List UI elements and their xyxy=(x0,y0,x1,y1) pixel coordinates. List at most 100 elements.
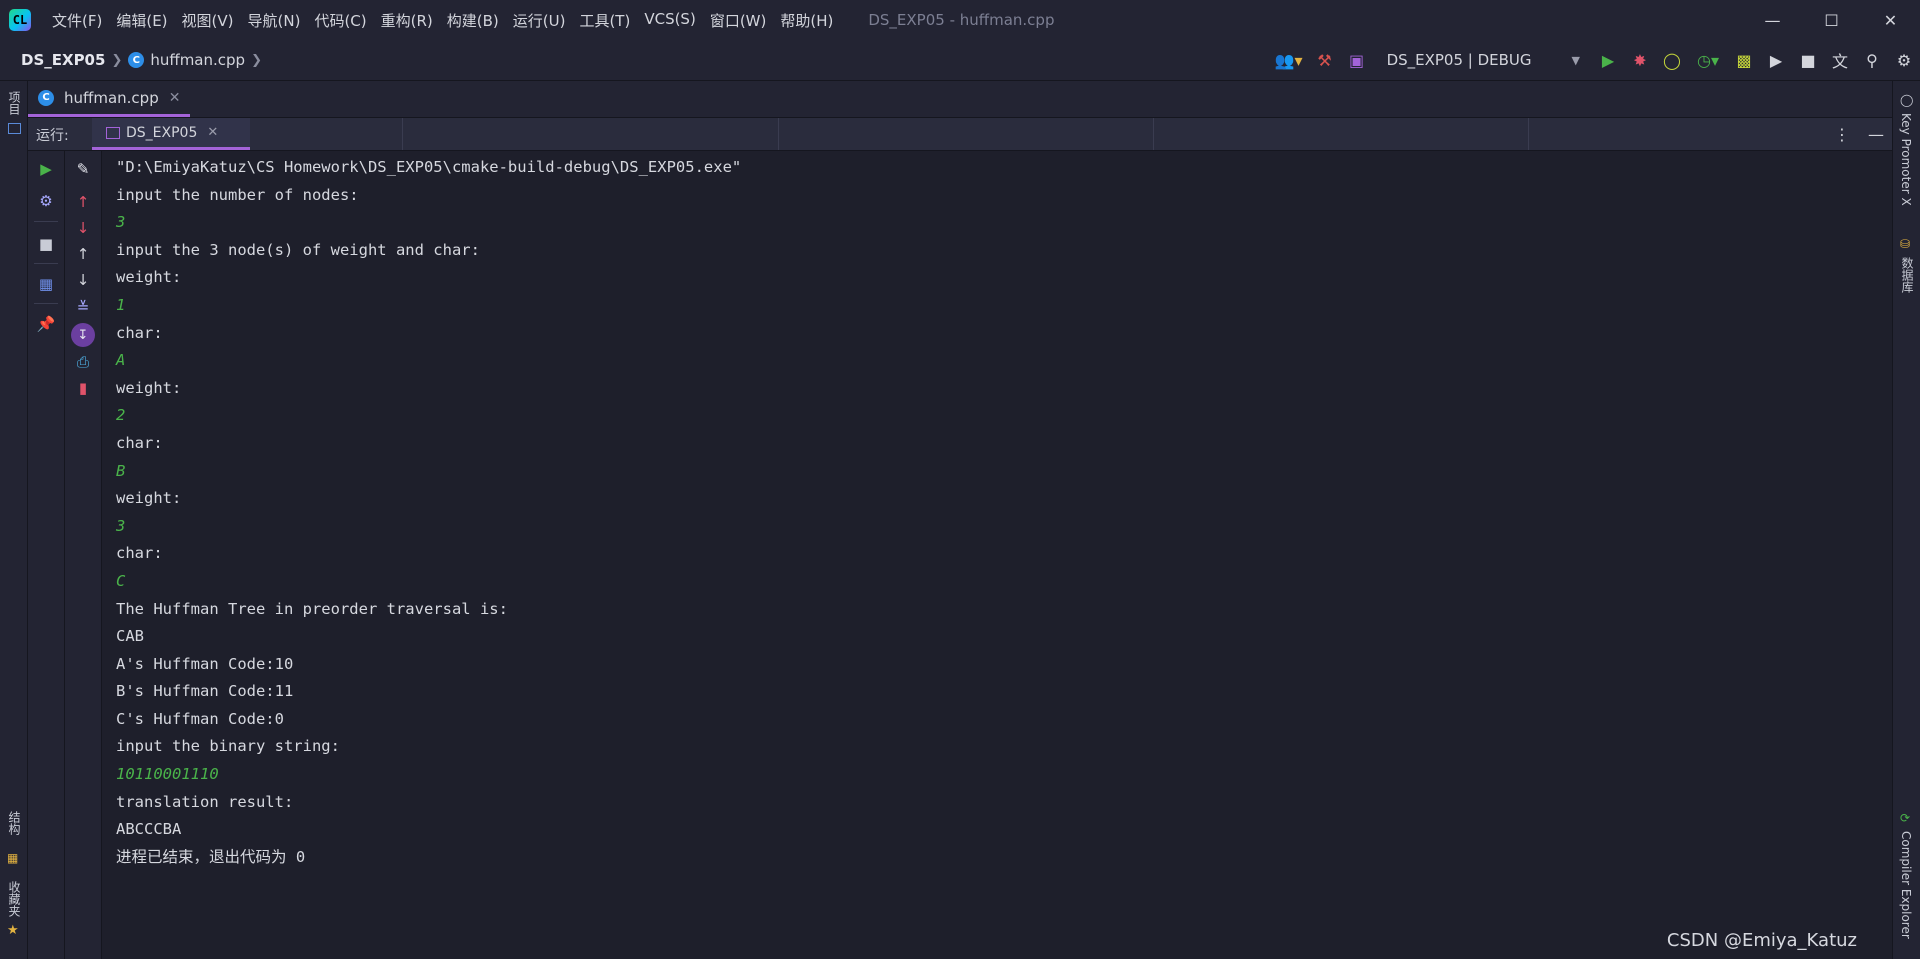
stop-icon[interactable]: ■ xyxy=(28,231,64,257)
chevron-right-icon: ❯ xyxy=(251,52,262,68)
clion-logo-icon: CL xyxy=(9,9,31,31)
hammer-build-icon[interactable]: ⚒ xyxy=(1309,40,1341,80)
breadcrumb-project[interactable]: DS_EXP05 xyxy=(21,51,105,69)
panel-divider xyxy=(778,118,779,150)
console-output-line: weight: xyxy=(116,268,182,287)
console-output-line: "D:\EmiyaKatuz\CS Homework\DS_EXP05\cmak… xyxy=(116,158,742,176)
profiler-icon[interactable]: ◷▾ xyxy=(1688,40,1728,80)
main-menu: 文件(F) 编辑(E) 视图(V) 导航(N) 代码(C) 重构(R) 构建(B) 运行(U)… xyxy=(45,10,840,31)
console-output-line: input the 3 node(s) of weight and char: xyxy=(116,240,480,259)
close-window-icon[interactable]: ✕ xyxy=(1861,0,1920,40)
run-tab-label: DS_EXP05 xyxy=(126,124,198,141)
console-output-line: CAB xyxy=(116,627,144,646)
chevron-right-icon: ❯ xyxy=(111,52,123,68)
panel-divider xyxy=(402,118,403,150)
users-icon[interactable]: 👥▾ xyxy=(1269,40,1309,80)
menu-item[interactable]: 重构(R) xyxy=(374,10,440,31)
compiler-explorer-icon: ⟳ xyxy=(1900,811,1911,825)
settings-gear-icon[interactable]: ⚙ xyxy=(28,188,64,214)
print-icon[interactable]: ⎙ xyxy=(65,349,101,375)
console-output-line: 进程已结束，退出代码为 0 xyxy=(116,847,306,866)
valgrind-chip-icon[interactable]: ▩ xyxy=(1728,40,1760,80)
separator xyxy=(34,303,58,304)
stop-icon[interactable]: ■ xyxy=(1792,40,1824,80)
main-toolbar: 👥▾ ⚒ ▣ DS_EXP05 | DEBUG ▼ ▶ ✸ ◯ ◷▾ ▩ ▶ ■… xyxy=(1269,40,1920,80)
hide-panel-icon[interactable]: — xyxy=(1868,125,1884,144)
editor-tab-huffman[interactable]: C huffman.cpp ✕ xyxy=(28,81,191,117)
menu-item[interactable]: 工具(T) xyxy=(572,10,637,31)
menu-item[interactable]: 帮助(H) xyxy=(773,10,840,31)
console-output-line: translation result: xyxy=(116,792,294,811)
soft-wrap-icon[interactable]: ≚ xyxy=(65,294,101,320)
scroll-to-end-icon[interactable]: ↧ xyxy=(65,322,101,348)
console-input-line: 2 xyxy=(116,406,126,425)
menu-item[interactable]: VCS(S) xyxy=(637,10,702,31)
window-config-icon[interactable]: ▣ xyxy=(1341,40,1373,80)
maximize-icon[interactable]: ☐ xyxy=(1802,0,1861,40)
compiler-explorer-tool-button[interactable]: Compiler Explorer xyxy=(1899,831,1913,939)
key-promoter-tool-button[interactable]: Key Promoter X xyxy=(1899,113,1913,206)
scroll-up-icon[interactable]: ↑ xyxy=(65,241,101,267)
console-output-line: B's Huffman Code:11 xyxy=(116,682,294,701)
run-config-icon xyxy=(106,126,120,139)
rerun-icon[interactable]: ▶ xyxy=(28,156,64,182)
minimize-icon[interactable]: — xyxy=(1743,0,1802,40)
structure-tool-button[interactable]: 结构 xyxy=(6,811,23,835)
clear-edit-icon[interactable]: ✎ xyxy=(65,156,101,182)
menu-item[interactable]: 代码(C) xyxy=(307,10,373,31)
structure-icon: ▦ xyxy=(7,851,19,865)
console-output-line: char: xyxy=(116,433,163,452)
debug-bug-icon[interactable]: ✸ xyxy=(1624,40,1656,80)
console-output-line: char: xyxy=(116,544,163,563)
menu-item[interactable]: 构建(B) xyxy=(440,10,506,31)
menu-item[interactable]: 文件(F) xyxy=(45,10,109,31)
console-input-line: 3 xyxy=(116,516,126,535)
window-title: DS_EXP05 - huffman.cpp xyxy=(868,11,1055,29)
scroll-down-icon[interactable]: ↓ xyxy=(65,267,101,293)
trash-icon[interactable]: ▮ xyxy=(65,375,101,401)
menu-item[interactable]: 导航(N) xyxy=(241,10,308,31)
console-output: "D:\EmiyaKatuz\CS Homework\DS_EXP05\cmak… xyxy=(116,154,741,871)
run-icon[interactable]: ▶ xyxy=(1592,40,1624,80)
console-input-line: C xyxy=(116,571,126,590)
console-output-line: input the binary string: xyxy=(116,737,340,756)
breadcrumb-file[interactable]: huffman.cpp xyxy=(150,51,245,69)
menu-item[interactable]: 运行(U) xyxy=(506,10,573,31)
panel-divider xyxy=(1153,118,1154,150)
left-tool-stripe: 项目 结构 ▦ 收藏夹 ★ xyxy=(0,81,28,959)
run-configuration-select[interactable]: DS_EXP05 | DEBUG ▼ xyxy=(1373,51,1592,69)
key-promoter-icon: ◯ xyxy=(1900,93,1914,107)
right-tool-stripe: ◯ Key Promoter X ⛁ 数据库 ⟳ Compiler Explor… xyxy=(1892,81,1920,959)
project-icon xyxy=(8,123,21,134)
run-console[interactable]: "D:\EmiyaKatuz\CS Homework\DS_EXP05\cmak… xyxy=(102,151,1891,959)
arrow-down-icon[interactable]: ↓ xyxy=(65,215,101,241)
layout-icon[interactable]: ▦ xyxy=(28,271,64,297)
menu-item[interactable]: 窗口(W) xyxy=(703,10,774,31)
translate-icon[interactable]: 文 xyxy=(1824,40,1856,80)
arrow-up-icon[interactable]: ↑ xyxy=(65,189,101,215)
coverage-icon[interactable]: ◯ xyxy=(1656,40,1688,80)
database-tool-button[interactable]: 数据库 xyxy=(1899,257,1916,293)
run-tab-ds-exp05[interactable]: DS_EXP05 ✕ xyxy=(92,118,250,150)
settings-gear-icon[interactable]: ⚙ xyxy=(1888,40,1920,80)
console-input-line: 1 xyxy=(116,295,126,314)
editor-tab-bar: C huffman.cpp ✕ xyxy=(28,81,1892,118)
menu-item[interactable]: 编辑(E) xyxy=(109,10,174,31)
panel-divider xyxy=(1528,118,1529,150)
close-run-tab-icon[interactable]: ✕ xyxy=(207,125,218,140)
run-alt-icon[interactable]: ▶ xyxy=(1760,40,1792,80)
window-controls: — ☐ ✕ xyxy=(1743,0,1920,40)
console-output-line: input the number of nodes: xyxy=(116,185,359,204)
console-output-line: char: xyxy=(116,323,163,342)
search-icon[interactable]: ⚲ xyxy=(1856,40,1888,80)
favorites-tool-button[interactable]: 收藏夹 xyxy=(6,881,23,917)
console-output-line: weight: xyxy=(116,378,182,397)
close-tab-icon[interactable]: ✕ xyxy=(169,90,181,106)
project-tool-button[interactable]: 项目 xyxy=(6,91,23,115)
watermark: CSDN @Emiya_Katuz xyxy=(1666,930,1857,951)
more-options-icon[interactable]: ⋮ xyxy=(1834,125,1850,144)
pin-icon[interactable]: 📌 xyxy=(28,311,64,337)
run-tool-window-header: 运行: DS_EXP05 ✕ ⋮ — xyxy=(28,118,1892,151)
menu-item[interactable]: 视图(V) xyxy=(175,10,241,31)
cpp-file-icon: C xyxy=(38,89,54,106)
